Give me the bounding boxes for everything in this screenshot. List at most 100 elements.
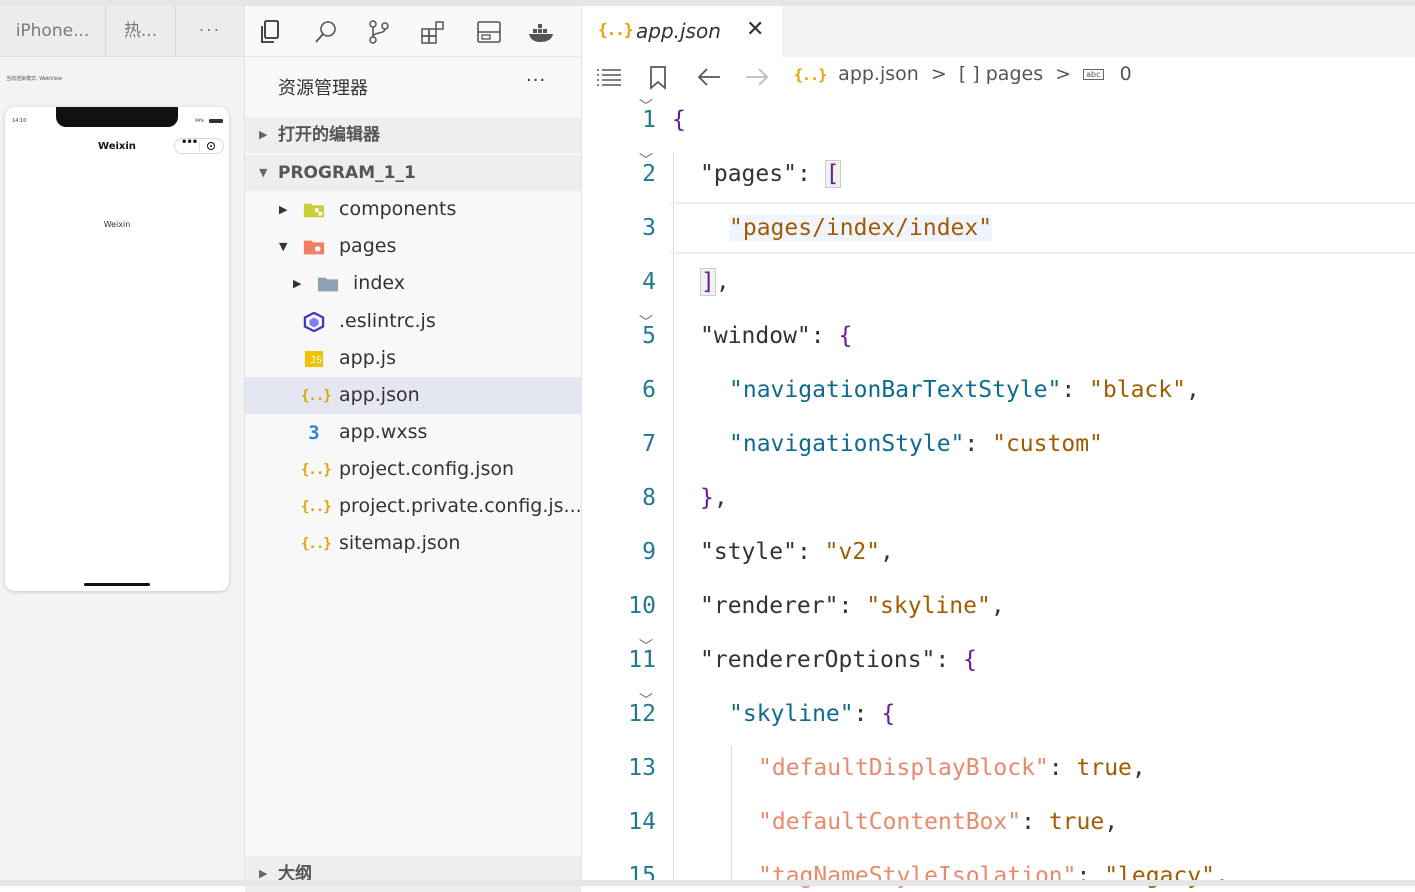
close-target-icon[interactable] xyxy=(207,142,215,150)
chevron-right-icon: ▶ xyxy=(293,277,302,290)
fold-chevron-icon[interactable]: ﹀ xyxy=(639,150,653,170)
bookmark-icon[interactable] xyxy=(648,65,668,91)
tree-item-project-private-config[interactable]: {..} project.private.config.js... xyxy=(245,488,582,525)
activity-bar xyxy=(245,6,581,57)
folder-components-icon xyxy=(303,203,325,218)
outline-section[interactable]: ▶ 大纲 xyxy=(245,856,581,892)
eslint-icon xyxy=(303,312,325,332)
phone-status-time: 14:10 xyxy=(12,118,27,124)
code-line[interactable]: }, xyxy=(700,485,728,511)
js-icon: JS xyxy=(305,351,323,367)
tree-item-label: components xyxy=(339,198,457,220)
explorer-panel: 资源管理器 ··· ▶ 打开的编辑器 ▼ PROGRAM_1_1 ▶ compo… xyxy=(245,6,582,892)
tree-item-components[interactable]: ▶ components xyxy=(245,191,581,228)
close-icon[interactable]: ✕ xyxy=(746,17,764,42)
list-icon[interactable] xyxy=(596,67,622,87)
layout-icon[interactable] xyxy=(475,18,503,46)
chevron-down-icon: ▼ xyxy=(259,166,268,179)
simulator-panel: iPhone... 热... ··· 当前渲染模式: WebView 14:10… xyxy=(0,6,245,886)
hot-reload-tab[interactable]: 热... xyxy=(106,6,176,56)
breadcrumb-file[interactable]: app.json xyxy=(838,63,919,85)
capsule-divider xyxy=(199,142,200,151)
forward-arrow-icon[interactable] xyxy=(744,67,770,87)
line-number: 10 xyxy=(628,593,656,619)
breadcrumb-index[interactable]: 0 xyxy=(1120,63,1132,85)
more-dots-icon[interactable]: ••• xyxy=(181,137,198,148)
editor-tab-app-json[interactable]: {..} app.json ✕ xyxy=(582,6,782,57)
editor-tab-bar: {..} app.json ✕ xyxy=(582,6,1415,58)
chevron-right-icon: > xyxy=(930,63,947,85)
fold-chevron-icon[interactable]: ﹀ xyxy=(639,96,653,116)
chevron-right-icon: ▶ xyxy=(259,128,268,141)
tree-item-project-config[interactable]: {..} project.config.json xyxy=(245,451,581,488)
back-arrow-icon[interactable] xyxy=(696,67,722,87)
tree-item-label: pages xyxy=(339,235,397,257)
project-section[interactable]: ▼ PROGRAM_1_1 xyxy=(245,155,581,191)
code-line[interactable]: "rendererOptions": { xyxy=(700,647,977,673)
code-line[interactable]: "style": "v2", xyxy=(700,539,894,565)
code-line[interactable]: "skyline": { xyxy=(729,701,895,727)
tree-item-app-wxss[interactable]: 3 app.wxss xyxy=(245,414,581,451)
fold-chevron-icon[interactable]: ﹀ xyxy=(639,312,653,332)
line-number: 4 xyxy=(642,269,656,295)
code-line[interactable]: { xyxy=(672,107,686,133)
indent-guide xyxy=(731,746,732,886)
code-line[interactable]: "navigationBarTextStyle": "black", xyxy=(729,377,1200,403)
outline-label: 大纲 xyxy=(278,864,312,884)
json-icon: {..} xyxy=(301,388,332,404)
home-indicator xyxy=(84,583,150,586)
source-control-icon[interactable] xyxy=(365,18,393,46)
simulator-tabs: iPhone... 热... ··· xyxy=(0,6,244,57)
code-line[interactable]: "renderer": "skyline", xyxy=(700,593,1005,619)
open-editors-section[interactable]: ▶ 打开的编辑器 xyxy=(245,117,581,153)
tree-item-index[interactable]: ▶ index xyxy=(245,265,581,302)
explorer-title: 资源管理器 xyxy=(278,78,368,99)
code-line[interactable]: "pages/index/index" xyxy=(729,215,993,241)
tree-item-pages[interactable]: ▼ pages xyxy=(245,228,581,265)
open-editors-label: 打开的编辑器 xyxy=(278,125,380,145)
phone-notch xyxy=(56,107,178,127)
fold-chevron-icon[interactable]: ﹀ xyxy=(639,636,653,656)
json-icon: {..} xyxy=(301,462,332,478)
code-line[interactable]: "defaultDisplayBlock": true, xyxy=(758,755,1146,781)
render-mode-label: 当前渲染模式: WebView xyxy=(6,76,63,82)
json-icon: {..} xyxy=(301,499,332,515)
json-icon: {..} xyxy=(794,66,827,84)
search-icon[interactable] xyxy=(312,18,340,46)
code-line[interactable]: "navigationStyle": "custom" xyxy=(729,431,1103,457)
line-number: 6 xyxy=(642,377,656,403)
indent-guide xyxy=(673,152,674,886)
css-icon: 3 xyxy=(308,422,320,444)
files-icon[interactable] xyxy=(256,18,284,46)
tree-item-eslintrc[interactable]: .eslintrc.js xyxy=(245,303,581,340)
code-line[interactable]: "pages": [ xyxy=(700,160,841,188)
line-number: 9 xyxy=(642,539,656,565)
explorer-more-button[interactable]: ··· xyxy=(526,70,546,91)
tree-item-label: app.json xyxy=(339,384,420,406)
project-label: PROGRAM_1_1 xyxy=(278,163,416,183)
code-line[interactable]: "defaultContentBox": true, xyxy=(758,809,1118,835)
tab-label: app.json xyxy=(636,19,721,43)
breadcrumb-pages[interactable]: [ ] pages xyxy=(959,63,1043,85)
chevron-right-icon: ▶ xyxy=(259,867,268,880)
tree-item-app-js[interactable]: JS app.js xyxy=(245,340,581,377)
extensions-icon[interactable] xyxy=(419,18,447,46)
fold-chevron-icon[interactable]: ﹀ xyxy=(639,690,653,710)
code-line[interactable]: ], xyxy=(700,268,730,296)
device-selector-tab[interactable]: iPhone... xyxy=(0,6,106,56)
tree-item-app-json[interactable]: {..} app.json xyxy=(245,377,581,414)
phone-body-text: Weixin xyxy=(103,220,131,229)
mini-program-capsule[interactable]: ••• xyxy=(174,137,224,154)
line-number: 13 xyxy=(628,755,656,781)
tree-item-label: app.wxss xyxy=(339,421,428,443)
simulator-more-button[interactable]: ··· xyxy=(176,6,244,56)
tree-item-label: index xyxy=(353,272,405,294)
code-line[interactable]: "window": { xyxy=(700,323,852,349)
tree-item-sitemap[interactable]: {..} sitemap.json xyxy=(245,525,581,562)
tree-item-label: sitemap.json xyxy=(339,532,461,554)
phone-preview[interactable]: 14:10 99% Weixin ••• Weixin xyxy=(5,107,229,591)
line-number: 8 xyxy=(642,485,656,511)
tree-item-label: app.js xyxy=(339,347,396,369)
docker-icon[interactable] xyxy=(527,18,555,46)
chevron-right-icon: ▶ xyxy=(279,203,288,216)
